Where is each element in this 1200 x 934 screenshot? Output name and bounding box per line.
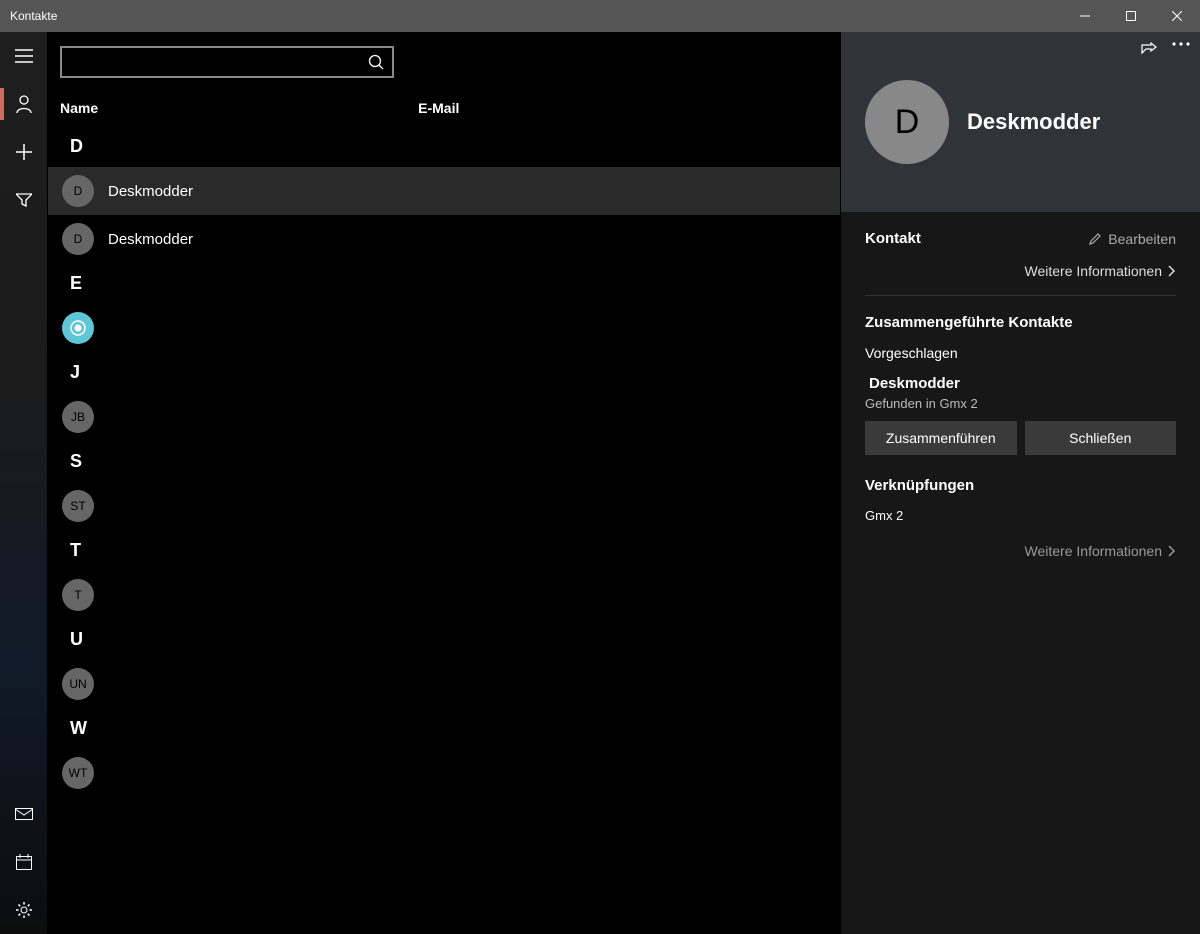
close-button[interactable] (1154, 0, 1200, 32)
contact-row[interactable]: WT (48, 749, 840, 797)
contact-list-pane: Name E-Mail DDDeskmodderDDeskmodderEJJBS… (48, 32, 840, 934)
chevron-right-icon (1168, 545, 1176, 557)
list-header: Name E-Mail (48, 78, 840, 126)
letter-header[interactable]: W (48, 708, 840, 749)
contact-row[interactable]: JB (48, 393, 840, 441)
kontakt-heading: Kontakt (865, 230, 921, 247)
title-bar: Kontakte (0, 0, 1200, 32)
contact-row[interactable]: T (48, 571, 840, 619)
more-info-label: Weitere Informationen (1025, 263, 1162, 279)
letter-header[interactable]: U (48, 619, 840, 660)
letter-header[interactable]: D (48, 126, 840, 167)
contact-name: Deskmodder (108, 183, 193, 200)
suggested-heading: Vorgeschlagen (865, 345, 1176, 361)
letter-header[interactable]: J (48, 352, 840, 393)
contact-avatar: ST (62, 490, 94, 522)
add-icon (16, 144, 32, 160)
contact-list[interactable]: DDDeskmodderDDeskmodderEJJBSSTTTUUNWWT (48, 126, 840, 934)
suggestion-name: Deskmodder (869, 375, 1176, 392)
contact-name: Deskmodder (108, 231, 193, 248)
suggestion-found: Gefunden in Gmx 2 (865, 396, 1176, 411)
close-suggestion-label: Schließen (1069, 430, 1131, 446)
edit-label: Bearbeiten (1108, 231, 1176, 247)
detail-hero: D Deskmodder (841, 32, 1200, 212)
contact-avatar: D (62, 175, 94, 207)
maximize-icon (1126, 11, 1136, 21)
contact-avatar: JB (62, 401, 94, 433)
more-info-link-2[interactable]: Weitere Informationen (865, 543, 1176, 575)
more-icon (1172, 42, 1190, 46)
contact-row[interactable] (48, 304, 840, 352)
more-info-link-1[interactable]: Weitere Informationen (865, 263, 1176, 295)
people-icon (16, 95, 32, 113)
headset-icon (69, 319, 87, 337)
minimize-icon (1080, 11, 1090, 21)
contact-row[interactable]: ST (48, 482, 840, 530)
contact-avatar: UN (62, 668, 94, 700)
contact-avatar: D (62, 223, 94, 255)
search-input[interactable] (70, 54, 368, 70)
nav-filter[interactable] (0, 176, 48, 224)
mail-icon (15, 808, 33, 820)
pencil-icon (1089, 232, 1102, 245)
chevron-right-icon (1168, 265, 1176, 277)
letter-header[interactable]: S (48, 441, 840, 482)
nav-mail[interactable] (0, 790, 48, 838)
maximize-button[interactable] (1108, 0, 1154, 32)
gear-icon (16, 902, 32, 918)
contact-avatar: WT (62, 757, 94, 789)
contact-row[interactable]: UN (48, 660, 840, 708)
suggestion-card: Deskmodder Gefunden in Gmx 2 Zusammenfüh… (865, 375, 1176, 455)
merge-button[interactable]: Zusammenführen (865, 421, 1017, 455)
nav-settings[interactable] (0, 886, 48, 934)
nav-people[interactable] (0, 80, 48, 128)
close-suggestion-button[interactable]: Schließen (1025, 421, 1177, 455)
nav-calendar[interactable] (0, 838, 48, 886)
letter-header[interactable]: E (48, 263, 840, 304)
more-button[interactable] (1172, 42, 1190, 58)
edit-link[interactable]: Bearbeiten (1089, 231, 1176, 247)
column-name[interactable]: Name (60, 100, 98, 116)
skype-avatar-icon (62, 312, 94, 344)
letter-header[interactable]: T (48, 530, 840, 571)
calendar-icon (16, 854, 32, 870)
pin-icon (1140, 42, 1158, 58)
detail-avatar: D (865, 80, 949, 164)
minimize-button[interactable] (1062, 0, 1108, 32)
link-value: Gmx 2 (865, 508, 1176, 523)
window-title: Kontakte (0, 9, 57, 23)
menu-icon (15, 49, 33, 63)
contact-row[interactable]: D Deskmodder (48, 167, 840, 215)
search-icon (368, 54, 384, 70)
contact-avatar: T (62, 579, 94, 611)
close-icon (1172, 11, 1182, 21)
divider (865, 295, 1176, 296)
detail-avatar-initial: D (895, 103, 920, 142)
more-info-label-2: Weitere Informationen (1025, 543, 1162, 559)
nav-rail (0, 32, 48, 934)
merged-heading: Zusammengeführte Kontakte (865, 314, 1176, 331)
detail-pane: D Deskmodder Kontakt Bearbeiten Weitere … (840, 32, 1200, 934)
search-box[interactable] (60, 46, 394, 78)
nav-menu[interactable] (0, 32, 48, 80)
pin-button[interactable] (1140, 42, 1158, 58)
links-heading: Verknüpfungen (865, 477, 1176, 494)
detail-name: Deskmodder (967, 109, 1100, 135)
contact-row[interactable]: D Deskmodder (48, 215, 840, 263)
merge-button-label: Zusammenführen (886, 430, 996, 446)
nav-add[interactable] (0, 128, 48, 176)
filter-icon (16, 193, 32, 207)
column-email[interactable]: E-Mail (418, 100, 459, 116)
